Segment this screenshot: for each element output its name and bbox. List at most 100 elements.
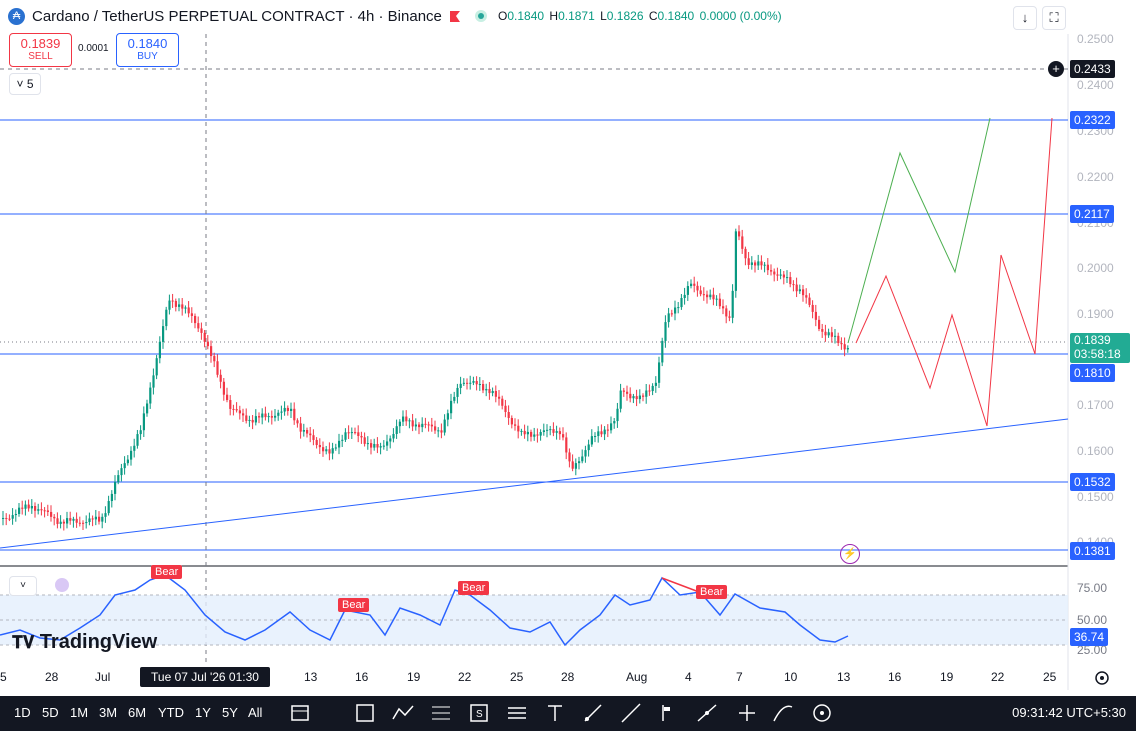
trend-line-icon[interactable]: [619, 701, 643, 725]
candle-body: [706, 294, 709, 298]
candle-body: [226, 394, 229, 401]
candle-body: [254, 416, 257, 423]
range-1y-button[interactable]: 1Y: [195, 705, 211, 720]
range-6m-button[interactable]: 6M: [128, 705, 146, 720]
projection-icon[interactable]: [695, 701, 719, 725]
candle-body: [651, 385, 654, 392]
candle-body: [546, 429, 549, 431]
candle-body: [248, 419, 251, 421]
candle-body: [565, 437, 568, 453]
candle-body: [843, 344, 846, 350]
candle-body: [149, 387, 152, 404]
candle-body: [146, 403, 149, 414]
level-label-0.1810: 0.1810: [1070, 364, 1115, 382]
candle-body: [11, 515, 14, 519]
range-5y-button[interactable]: 5Y: [222, 705, 238, 720]
candle-body: [581, 456, 584, 462]
candle-body: [123, 463, 126, 469]
lines-icon[interactable]: [505, 701, 529, 725]
chart-header: ₳ Cardano / TetherUS PERPETUAL CONTRACT …: [0, 0, 1136, 34]
candle-body: [683, 294, 686, 298]
range-all-button[interactable]: All: [248, 705, 262, 720]
candle-body: [590, 436, 593, 445]
range-1d-button[interactable]: 1D: [14, 705, 31, 720]
range-3m-button[interactable]: 3M: [99, 705, 117, 720]
candle-body: [642, 395, 645, 397]
rectangle-icon[interactable]: [353, 701, 377, 725]
brush-icon[interactable]: [581, 701, 605, 725]
candle-body: [709, 294, 712, 298]
fullscreen-icon[interactable]: ⛶: [1042, 6, 1066, 30]
symbol-title[interactable]: Cardano / TetherUS PERPETUAL CONTRACT · …: [32, 8, 442, 25]
range-5d-button[interactable]: 5D: [42, 705, 59, 720]
candle-body: [261, 413, 264, 418]
candle-body: [459, 383, 462, 388]
candle-body: [386, 441, 389, 446]
buy-button[interactable]: 0.1840 BUY: [116, 33, 179, 67]
candlestick-series: [2, 225, 849, 531]
price-chart[interactable]: [0, 0, 1136, 731]
candle-body: [155, 358, 158, 376]
lightning-icon[interactable]: ⚡: [840, 544, 860, 564]
candle-body: [680, 297, 683, 308]
shapes-icon[interactable]: [771, 701, 795, 725]
candle-body: [101, 516, 104, 522]
candle-body: [606, 429, 609, 431]
candle-body: [594, 436, 597, 438]
candle-body: [840, 343, 843, 345]
range-ytd-button[interactable]: YTD: [158, 705, 184, 720]
rsi-value-label: 36.74: [1070, 628, 1109, 646]
candle-body: [229, 400, 232, 409]
candle-body: [814, 311, 817, 320]
candle-body: [626, 391, 629, 394]
candle-body: [405, 416, 408, 422]
settings-icon[interactable]: [1093, 669, 1111, 687]
candle-body: [482, 384, 485, 391]
candle-body: [334, 447, 337, 449]
candle-body: [421, 423, 424, 428]
candle-body: [107, 501, 110, 514]
candle-body: [187, 307, 190, 314]
level-label-0.1381: 0.1381: [1070, 542, 1115, 560]
candle-body: [85, 522, 88, 524]
bottom-toolbar: 1D 5D 1M 3M 6M YTD 1Y 5Y All S 09:31:42 …: [0, 696, 1136, 731]
candle-body: [168, 300, 171, 310]
measure-icon[interactable]: [733, 701, 757, 725]
add-alert-icon[interactable]: +: [1048, 61, 1064, 77]
anchor-icon[interactable]: [810, 701, 834, 725]
candle-body: [654, 382, 657, 386]
candle-body: [110, 493, 113, 502]
text-icon[interactable]: [543, 701, 567, 725]
candle-body: [197, 323, 200, 329]
fib-icon[interactable]: [429, 701, 453, 725]
candle-body: [402, 416, 405, 422]
clock-timezone[interactable]: 09:31:42 UTC+5:30: [1012, 705, 1126, 720]
sell-button[interactable]: 0.1839 SELL: [9, 33, 72, 67]
calendar-range-icon[interactable]: [288, 701, 312, 725]
flag-icon[interactable]: [449, 10, 461, 23]
candle-body: [469, 382, 472, 384]
cardano-logo-icon: ₳: [8, 8, 25, 25]
tradingview-logo[interactable]: 𝐓𝐕 TradingView: [12, 631, 157, 654]
candle-body: [549, 429, 552, 431]
candle-body: [645, 390, 648, 397]
bar-pattern-icon[interactable]: [655, 701, 679, 725]
bear-divergence-label: Bear: [696, 585, 728, 599]
candle-body: [699, 290, 702, 295]
path-icon[interactable]: [391, 701, 415, 725]
range-1m-button[interactable]: 1M: [70, 705, 88, 720]
arrow-down-icon[interactable]: ↓: [1013, 6, 1037, 30]
candle-body: [46, 510, 49, 512]
candle-body: [792, 284, 795, 286]
candle-body: [338, 440, 341, 448]
indicator-collapse-button[interactable]: ˅ 5: [9, 73, 41, 95]
rsi-collapse-button[interactable]: ˅: [9, 576, 37, 596]
candle-body: [296, 420, 299, 424]
candle-body: [686, 286, 689, 295]
candle-body: [430, 424, 433, 427]
candle-body: [238, 410, 241, 414]
candle-body: [389, 438, 392, 442]
long-short-icon[interactable]: S: [467, 701, 491, 725]
candle-body: [530, 431, 533, 437]
candle-body: [139, 430, 142, 435]
